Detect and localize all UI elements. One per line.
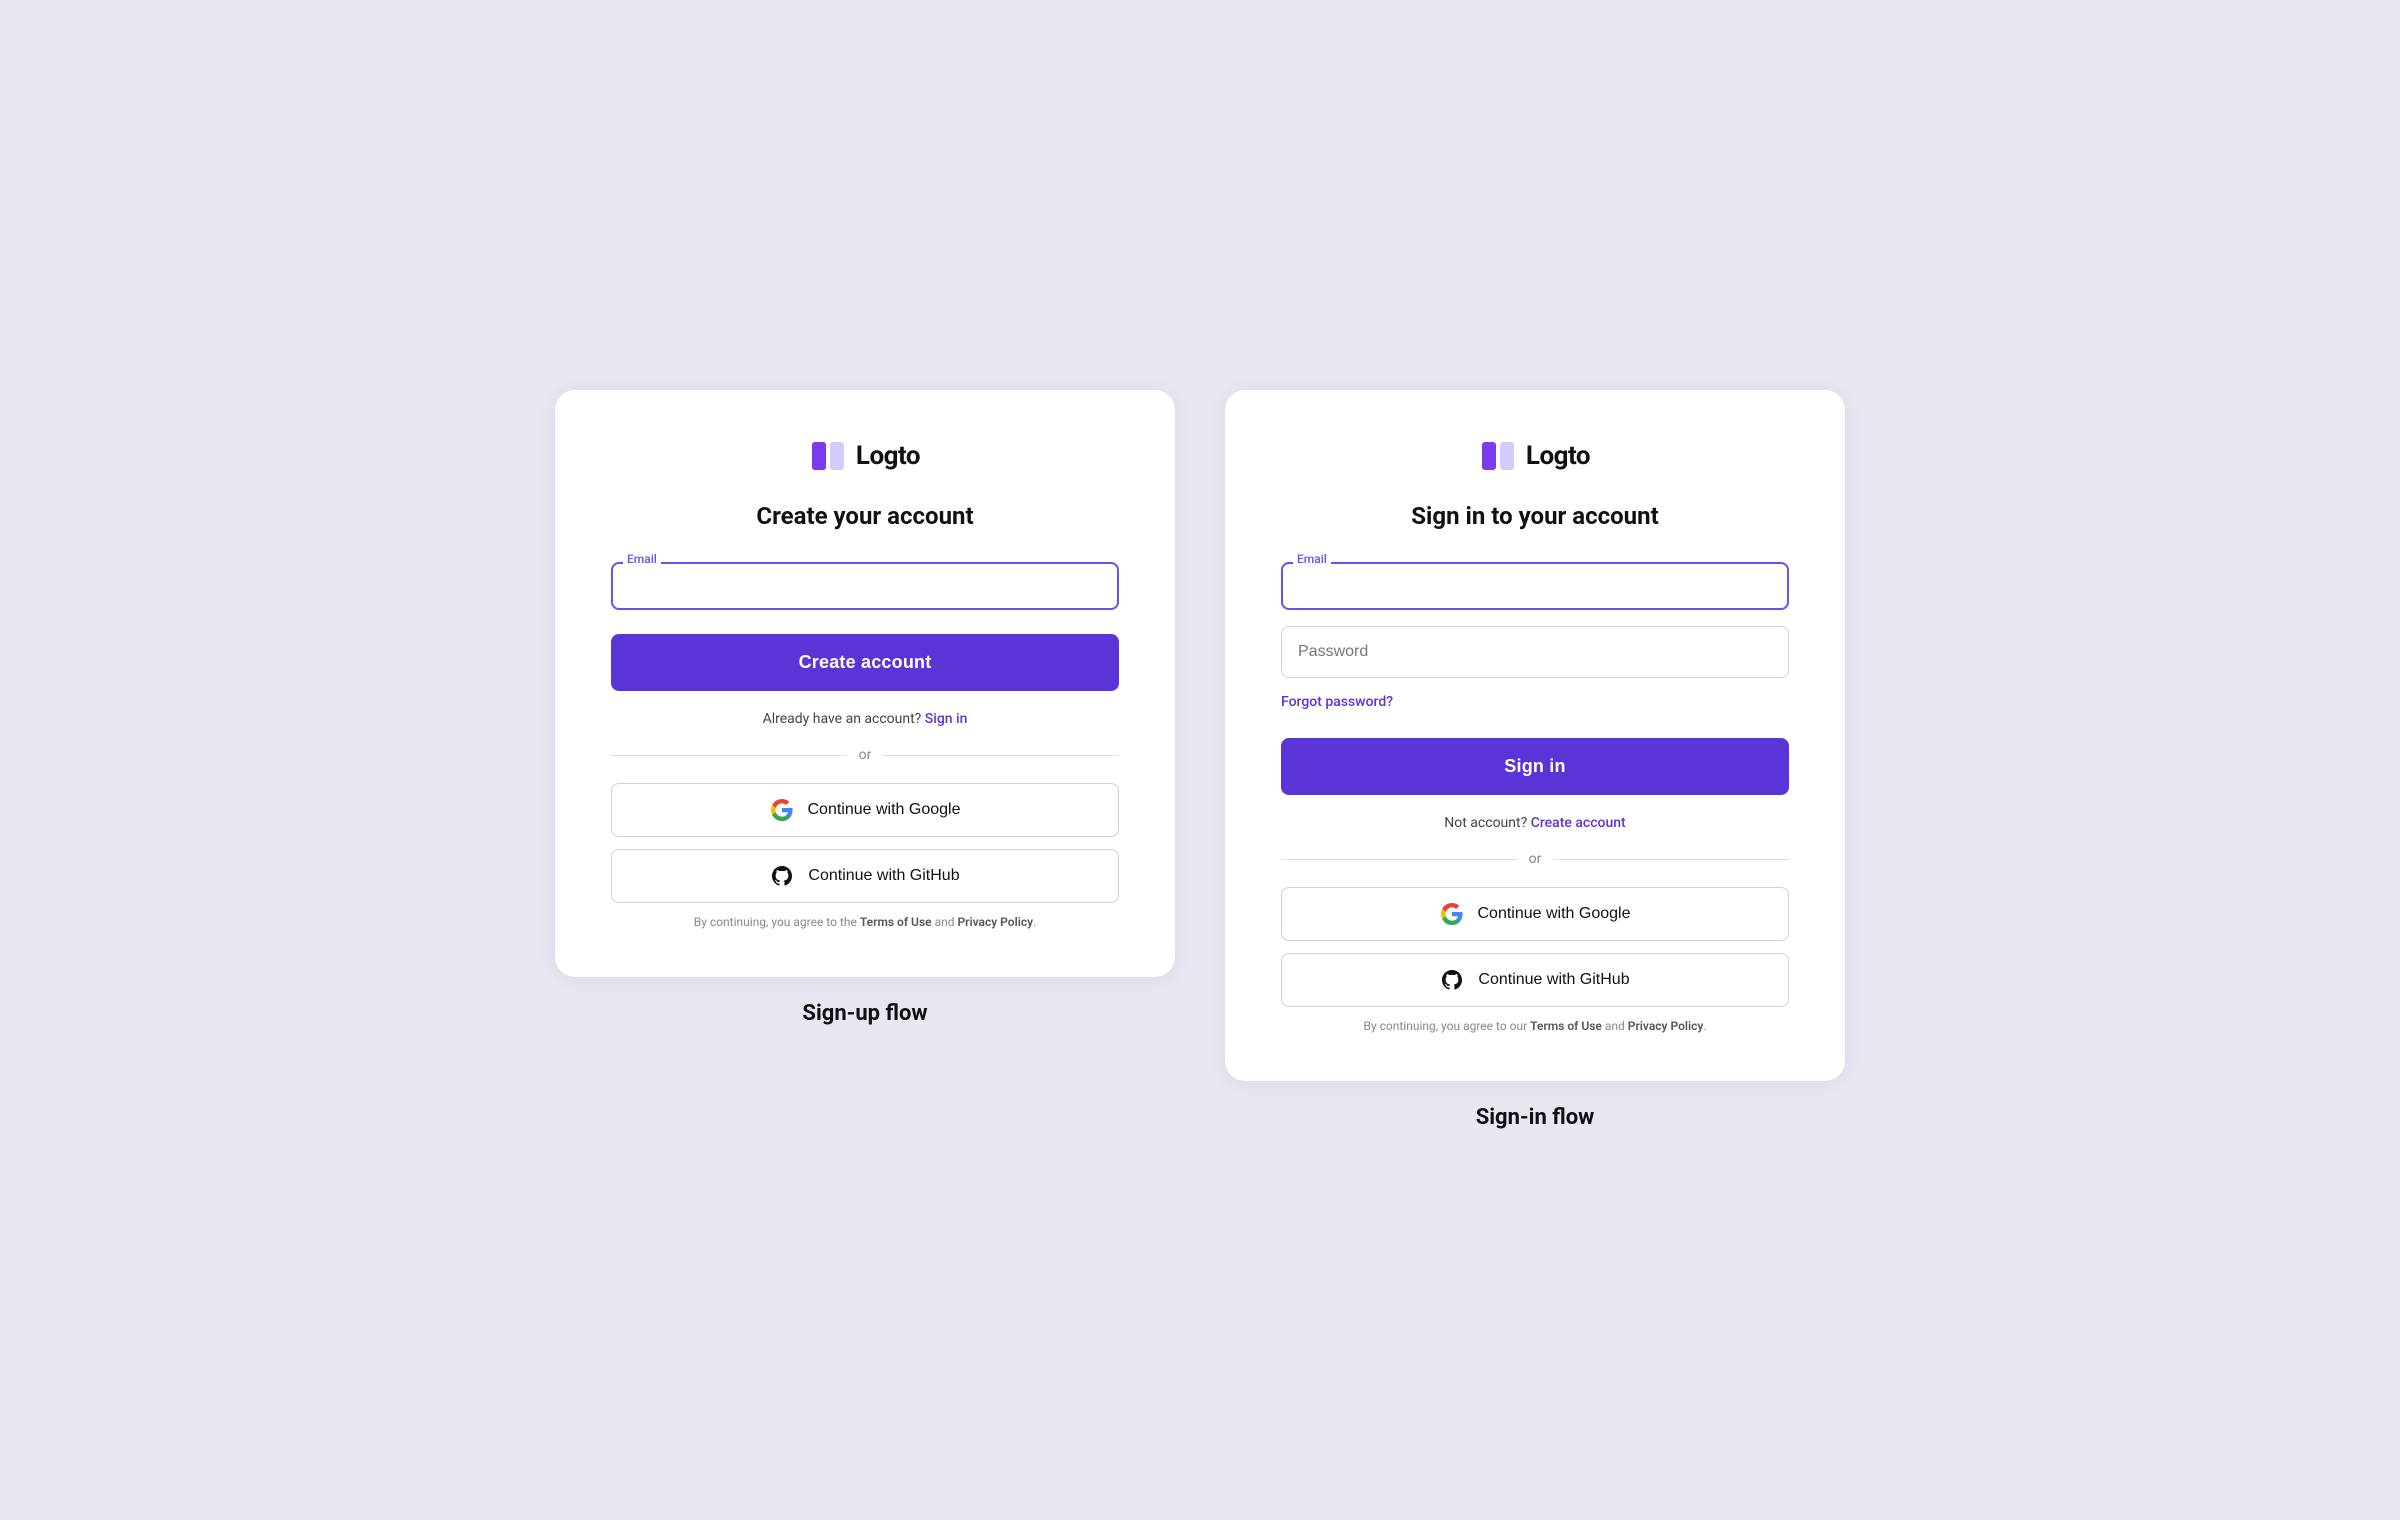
signup-tos: By continuing, you agree to the Terms of…: [611, 915, 1119, 929]
signin-github-label: Continue with GitHub: [1478, 971, 1629, 989]
signup-github-button[interactable]: Continue with GitHub: [611, 849, 1119, 903]
google-icon: [770, 798, 794, 822]
signup-title: Create your account: [611, 502, 1119, 530]
github-icon-signin: [1440, 968, 1464, 992]
signin-google-label: Continue with Google: [1478, 905, 1631, 923]
signup-privacy-link[interactable]: Privacy Policy: [957, 915, 1033, 929]
signup-google-button[interactable]: Continue with Google: [611, 783, 1119, 837]
signin-title: Sign in to your account: [1281, 502, 1789, 530]
signup-flow-label: Sign-up flow: [802, 1001, 927, 1026]
signup-signin-link[interactable]: Sign in: [925, 711, 968, 727]
signup-logo-area: Logto: [611, 438, 1119, 474]
signin-github-button[interactable]: Continue with GitHub: [1281, 953, 1789, 1007]
signup-github-label: Continue with GitHub: [808, 867, 959, 885]
signup-card: Logto Create your account Email Create a…: [555, 390, 1175, 977]
signin-logo-area: Logto: [1281, 438, 1789, 474]
logto-logo-icon-signin: [1480, 438, 1516, 474]
signin-divider-line-right: [1553, 859, 1789, 860]
signin-logo-text: Logto: [1526, 441, 1590, 471]
signin-privacy-link[interactable]: Privacy Policy: [1628, 1019, 1704, 1033]
signup-flow-section: Logto Create your account Email Create a…: [550, 390, 1180, 1026]
signin-flow-label: Sign-in flow: [1476, 1105, 1595, 1130]
signin-tos-link[interactable]: Terms of Use: [1530, 1019, 1602, 1033]
signin-button[interactable]: Sign in: [1281, 738, 1789, 795]
logto-logo-icon: [810, 438, 846, 474]
signin-create-link[interactable]: Create account: [1531, 815, 1626, 831]
signup-divider-text: or: [859, 747, 872, 763]
google-icon-signin: [1440, 902, 1464, 926]
signin-tos: By continuing, you agree to our Terms of…: [1281, 1019, 1789, 1033]
signup-email-input[interactable]: [611, 562, 1119, 610]
signin-divider-text: or: [1529, 851, 1542, 867]
signin-flow-section: Logto Sign in to your account Email Forg…: [1220, 390, 1850, 1130]
signup-divider-line-left: [611, 755, 847, 756]
create-account-button[interactable]: Create account: [611, 634, 1119, 691]
signup-email-label: Email: [623, 552, 661, 566]
signin-card: Logto Sign in to your account Email Forg…: [1225, 390, 1845, 1081]
github-icon: [770, 864, 794, 888]
signin-divider: or: [1281, 851, 1789, 867]
signup-google-label: Continue with Google: [808, 801, 961, 819]
signup-logo-text: Logto: [856, 441, 920, 471]
signup-tos-link[interactable]: Terms of Use: [860, 915, 932, 929]
signin-password-group: [1281, 626, 1789, 678]
signin-google-button[interactable]: Continue with Google: [1281, 887, 1789, 941]
signin-no-account-prompt: Not account? Create account: [1281, 815, 1789, 831]
signup-divider-line-right: [883, 755, 1119, 756]
signin-email-input[interactable]: [1281, 562, 1789, 610]
signup-divider: or: [611, 747, 1119, 763]
signin-email-label: Email: [1293, 552, 1331, 566]
signin-password-input[interactable]: [1281, 626, 1789, 678]
signup-signin-prompt: Already have an account? Sign in: [611, 711, 1119, 727]
signup-email-group: Email: [611, 562, 1119, 610]
page-wrapper: Logto Create your account Email Create a…: [550, 390, 1850, 1130]
signin-divider-line-left: [1281, 859, 1517, 860]
forgot-password-link[interactable]: Forgot password?: [1281, 694, 1789, 710]
signin-email-group: Email: [1281, 562, 1789, 610]
